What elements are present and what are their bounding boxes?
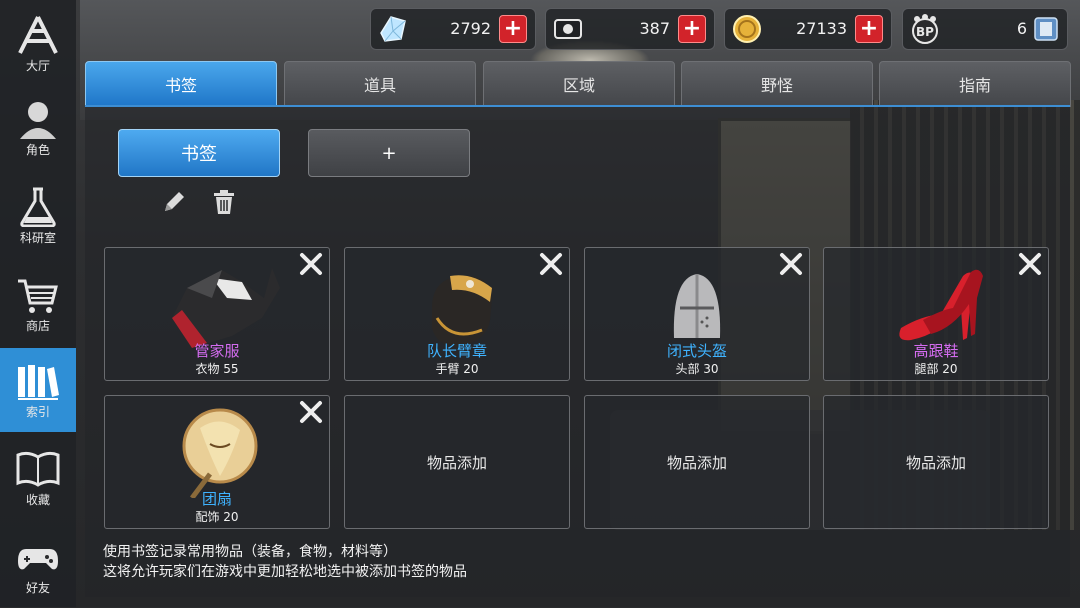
flask-icon (15, 187, 61, 227)
nav-research[interactable]: 科研室 (0, 174, 76, 258)
gold-add-button[interactable]: + (855, 15, 883, 43)
description-line-2: 这将允许玩家们在游戏中更加轻松地选中被添加书签的物品 (103, 564, 467, 580)
bp-paw-icon: BP (912, 14, 938, 44)
nav-friends-label: 好友 (25, 580, 50, 595)
bookmark-description: 使用书签记录常用物品（装备，食物，材料等） 这将允许玩家们在游戏中更加轻松地选中… (103, 542, 467, 582)
crystal-counter: 2792 + (370, 8, 536, 50)
closed-helmet-image (673, 274, 721, 338)
ticket-value: 387 (639, 19, 670, 38)
nav-collection[interactable]: 收藏 (0, 436, 76, 520)
item-name: 高跟鞋 (913, 342, 959, 360)
nav-collection-label: 收藏 (25, 492, 50, 507)
bp-value: 6 (1016, 19, 1027, 38)
remove-bookmark-icon[interactable] (297, 398, 325, 426)
nav-lobby-label: 大厅 (25, 58, 50, 73)
bookmark-slot[interactable]: 队长臂章 手臂 20 (344, 247, 570, 381)
remove-bookmark-icon[interactable] (537, 250, 565, 278)
ticket-add-button[interactable]: + (678, 15, 706, 43)
gamepad-icon (15, 537, 61, 577)
ticket-icon (554, 19, 582, 39)
bp-card-icon[interactable] (1033, 16, 1059, 42)
gold-coin-icon (733, 15, 761, 43)
nav-shop-label: 商店 (25, 318, 50, 333)
character-icon (15, 99, 61, 139)
lobby-icon (15, 15, 61, 55)
books-icon (15, 361, 61, 401)
butler-coat-image (172, 268, 280, 348)
item-name: 闭式头盔 (666, 342, 727, 360)
item-slot-level: 腿部 20 (914, 362, 958, 376)
nav-index[interactable]: 索引 (0, 348, 76, 432)
gold-value: 27133 (796, 19, 847, 38)
empty-bookmark-slot[interactable]: 物品添加 (823, 395, 1049, 529)
nav-character-label: 角色 (25, 142, 50, 157)
bookmark-slot[interactable]: 高跟鞋 腿部 20 (823, 247, 1049, 381)
item-slot-level: 头部 30 (675, 362, 719, 376)
tab-guide[interactable]: 指南 (879, 61, 1071, 107)
item-name: 队长臂章 (426, 342, 487, 360)
tab-items[interactable]: 道具 (284, 61, 476, 107)
nav-friends[interactable]: 好友 (0, 524, 76, 608)
remove-bookmark-icon[interactable] (777, 250, 805, 278)
tab-areas[interactable]: 区域 (483, 61, 675, 107)
nav-index-label: 索引 (25, 404, 50, 419)
add-bookmark-group-button[interactable]: + (308, 129, 470, 177)
add-item-label: 物品添加 (666, 454, 727, 472)
ticket-counter: 387 + (545, 8, 715, 50)
bp-counter: BP 6 (902, 8, 1068, 50)
bookmark-group-button[interactable]: 书签 (118, 129, 280, 177)
edit-pencil-icon[interactable] (160, 188, 188, 216)
open-book-icon (15, 449, 61, 489)
item-name: 团扇 (201, 490, 232, 508)
item-slot-level: 配饰 20 (195, 510, 239, 524)
crystal-add-button[interactable]: + (499, 15, 527, 43)
remove-bookmark-icon[interactable] (297, 250, 325, 278)
item-slot-level: 手臂 20 (435, 362, 479, 376)
item-slot-level: 衣物 55 (195, 362, 239, 376)
crystal-icon (380, 16, 406, 42)
empty-bookmark-slot[interactable]: 物品添加 (584, 395, 810, 529)
remove-bookmark-icon[interactable] (1016, 250, 1044, 278)
description-line-1: 使用书签记录常用物品（装备，食物，材料等） (103, 544, 397, 560)
nav-character[interactable]: 角色 (0, 86, 76, 170)
bookmark-slot[interactable]: 管家服 衣物 55 (104, 247, 330, 381)
gold-counter: 27133 + (724, 8, 892, 50)
side-nav: 大厅 角色 科研室 商店 索引 收藏 好友 (0, 0, 76, 607)
high-heels-image (899, 269, 983, 341)
add-item-label: 物品添加 (426, 454, 487, 472)
nav-research-label: 科研室 (19, 230, 56, 245)
cart-icon (15, 275, 61, 315)
tab-bookmarks[interactable]: 书签 (85, 61, 277, 107)
item-name: 管家服 (194, 342, 240, 360)
nav-shop[interactable]: 商店 (0, 262, 76, 346)
tab-monsters[interactable]: 野怪 (681, 61, 873, 107)
bookmark-slot[interactable]: 团扇 配饰 20 (104, 395, 330, 529)
round-fan-image (182, 408, 258, 498)
bookmark-slot[interactable]: 闭式头盔 头部 30 (584, 247, 810, 381)
nav-lobby[interactable]: 大厅 (0, 2, 76, 86)
crystal-value: 2792 (450, 19, 491, 38)
add-item-label: 物品添加 (905, 454, 966, 472)
empty-bookmark-slot[interactable]: 物品添加 (344, 395, 570, 529)
svg-text:BP: BP (916, 25, 934, 39)
armband-image (432, 275, 492, 347)
delete-trash-icon[interactable] (210, 188, 238, 216)
